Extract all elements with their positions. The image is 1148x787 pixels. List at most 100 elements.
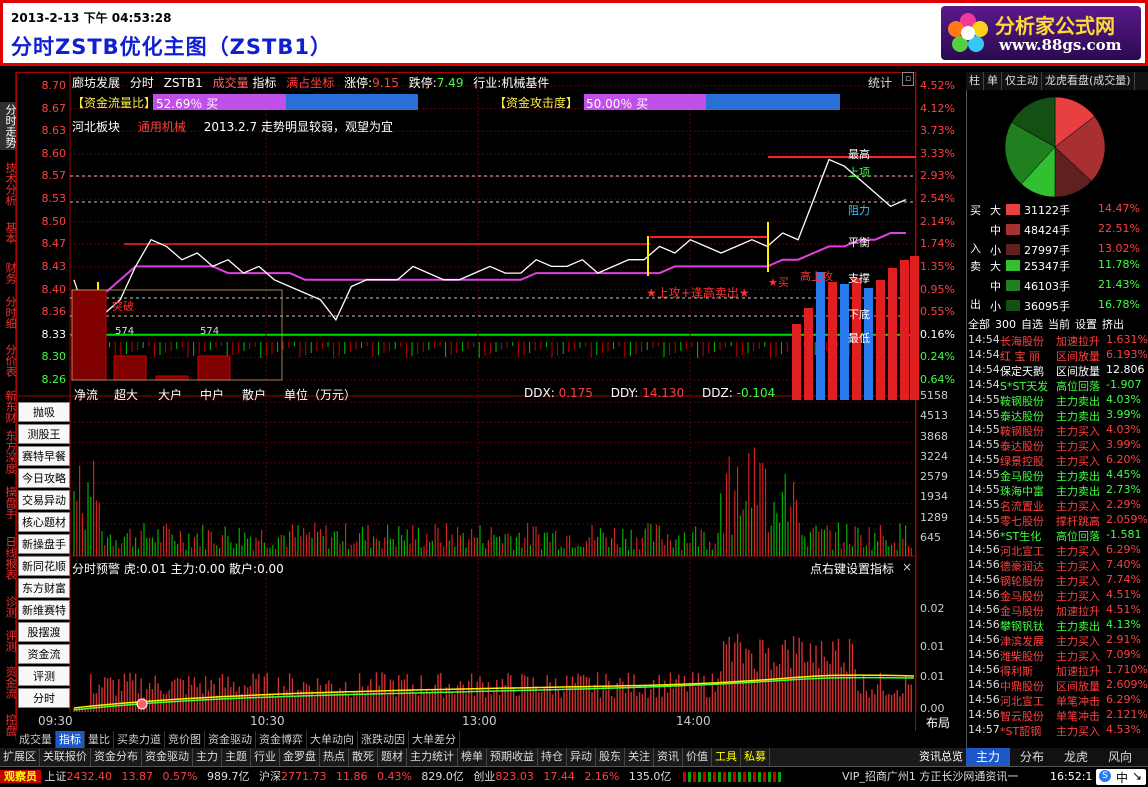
side-button-1[interactable]: 测股王 <box>18 424 70 444</box>
ticker-row[interactable]: 14:54 红 宝 丽 区间放量 6.193% <box>968 348 1148 363</box>
indicator-toggle[interactable]: 指标 <box>252 76 276 90</box>
side-button-13[interactable]: 分时MACD <box>18 688 70 725</box>
ticker-row[interactable]: 14:55 鞍钢股份 主力买入 4.03% <box>968 423 1148 438</box>
status-app-label[interactable]: 观察员 <box>0 770 41 783</box>
right-tab-3[interactable]: 龙虎看盘(成交量) <box>1042 72 1135 90</box>
right-tab-2[interactable]: 仅主动 <box>1002 72 1042 90</box>
side-button-12[interactable]: 评测 <box>18 666 70 686</box>
ext-tab-18[interactable]: 资讯 <box>654 748 683 766</box>
sector-name[interactable]: 通用机械 <box>138 120 186 134</box>
ticker-row[interactable]: 14:56 攀钢钒钛 主力卖出 4.13% <box>968 618 1148 633</box>
ticker-row[interactable]: 14:56 得利斯 加速拉升 1.710% <box>968 663 1148 678</box>
vtab-13[interactable]: 控盘 <box>0 712 17 738</box>
vtab-7[interactable]: 东方深度 <box>0 428 17 476</box>
chart-tab-5[interactable]: 资金驱动 <box>205 731 256 748</box>
ticker-row[interactable]: 14:56 河北宣工 单笔冲击 6.29% <box>968 693 1148 708</box>
vtab-8[interactable]: 操盘手 <box>0 484 17 521</box>
side-button-6[interactable]: 新操盘手 <box>18 534 70 554</box>
side-button-9[interactable]: 新维赛特 <box>18 600 70 620</box>
vtab-4[interactable]: 分时细 <box>0 294 17 331</box>
right-bottom-tab-2[interactable]: 龙虎 <box>1054 748 1098 766</box>
ext-tab-20[interactable]: 工具 <box>712 748 741 766</box>
ext-tab-4[interactable]: 主力 <box>193 748 222 766</box>
side-button-11[interactable]: 资金流 <box>18 644 70 664</box>
ext-tab-8[interactable]: 热点 <box>320 748 349 766</box>
right-bottom-tab-1[interactable]: 分布 <box>1010 748 1054 766</box>
ext-tab-3[interactable]: 资金驱动 <box>142 748 193 766</box>
ticker-row[interactable]: 14:56 *ST生化 高位回落 -1.581 <box>968 528 1148 543</box>
filter-tab-1[interactable]: 300 <box>995 318 1016 331</box>
side-button-10[interactable]: 股摆渡 <box>18 622 70 642</box>
ext-tab-12[interactable]: 榜单 <box>458 748 487 766</box>
side-button-0[interactable]: 抛吸 <box>18 402 70 422</box>
ext-tab-16[interactable]: 股东 <box>596 748 625 766</box>
right-bottom-tab-0[interactable]: 主力 <box>966 748 1010 766</box>
filter-tab-0[interactable]: 全部 <box>968 318 990 331</box>
ticker-row[interactable]: 14:56 津滨发展 主力买入 2.91% <box>968 633 1148 648</box>
ext-tab-5[interactable]: 主题 <box>222 748 251 766</box>
ticker-row[interactable]: 14:55 金马股份 主力卖出 4.45% <box>968 468 1148 483</box>
ext-tab-1[interactable]: 关联报价 <box>40 748 91 766</box>
right-tab-1[interactable]: 单 <box>984 72 1002 90</box>
ticker-row[interactable]: 14:54 S*ST天发 高位回落 -1.907 <box>968 378 1148 393</box>
ext-tab-15[interactable]: 异动 <box>567 748 596 766</box>
ticker-row[interactable]: 14:57 *ST韶钢 主力买入 4.53% <box>968 723 1148 738</box>
ime-indicator[interactable]: S 中 ↘ <box>1096 769 1146 785</box>
ticker-row[interactable]: 14:55 名流置业 主力买入 2.29% <box>968 498 1148 513</box>
ext-tab-6[interactable]: 行业 <box>251 748 280 766</box>
chart-tab-6[interactable]: 资金博弈 <box>256 731 307 748</box>
vtab-1[interactable]: 技术分析 <box>0 160 17 208</box>
vtab-10[interactable]: 诊测 <box>0 594 17 620</box>
filter-tab-5[interactable]: 挤出 <box>1102 318 1124 331</box>
filter-tab-2[interactable]: 自选 <box>1021 318 1043 331</box>
ticker-row[interactable]: 14:56 中鼎股份 区间放量 2.609% <box>968 678 1148 693</box>
filter-tab-3[interactable]: 当前 <box>1048 318 1070 331</box>
ticker-row[interactable]: 14:56 河北宣工 主力买入 6.29% <box>968 543 1148 558</box>
chart-tab-0[interactable]: 成交量 <box>16 731 56 748</box>
ticker-row[interactable]: 14:55 珠海中富 主力卖出 2.73% <box>968 483 1148 498</box>
ticker-row[interactable]: 14:55 绿景控股 主力买入 6.20% <box>968 453 1148 468</box>
chart-tab-9[interactable]: 大单差分 <box>409 731 460 748</box>
vtab-11[interactable]: 评测 <box>0 628 17 654</box>
ext-tab-9[interactable]: 散死 <box>349 748 378 766</box>
stats-button[interactable]: 统计 <box>868 74 892 91</box>
ext-tab-14[interactable]: 持仓 <box>538 748 567 766</box>
vtab-5[interactable]: 分价表 <box>0 342 17 379</box>
vtab-12[interactable]: 资金流 <box>0 664 17 701</box>
ticker-row[interactable]: 14:56 德豪润达 主力买入 7.40% <box>968 558 1148 573</box>
ext-tab-13[interactable]: 预期收益 <box>487 748 538 766</box>
chart-tab-8[interactable]: 涨跌动因 <box>358 731 409 748</box>
indicator-close-icon[interactable]: × <box>902 560 912 574</box>
side-button-7[interactable]: 新同花顺 <box>18 556 70 576</box>
ticker-row[interactable]: 14:55 零七股份 撑杆跳高 2.059% <box>968 513 1148 528</box>
layout-button[interactable]: 布局 <box>926 714 950 731</box>
ticker-row[interactable]: 14:56 金马股份 主力买入 4.51% <box>968 588 1148 603</box>
ext-tab-21[interactable]: 私募 <box>741 748 770 766</box>
expand-icon[interactable]: ▫ <box>902 72 914 86</box>
side-button-4[interactable]: 交易异动 <box>18 490 70 510</box>
right-tab-0[interactable]: 柱 <box>966 72 984 90</box>
ext-tab-11[interactable]: 主力统计 <box>407 748 458 766</box>
ticker-row[interactable]: 14:56 金马股份 加速拉升 4.51% <box>968 603 1148 618</box>
ext-tab-19[interactable]: 价值 <box>683 748 712 766</box>
vtab-0[interactable]: 分时走势 <box>0 102 17 150</box>
filter-tab-4[interactable]: 设置 <box>1075 318 1097 331</box>
side-button-8[interactable]: 东方财富 <box>18 578 70 598</box>
coord-toggle[interactable]: 满占坐标 <box>286 76 334 90</box>
mode-label[interactable]: 分时 <box>130 76 154 90</box>
ticker-row[interactable]: 14:54 长海股份 加速拉升 1.631% <box>968 333 1148 348</box>
vtab-2[interactable]: 基本 <box>0 220 17 246</box>
vtab-6[interactable]: 新东财 <box>0 388 17 425</box>
ticker-row[interactable]: 14:54 保定天鹅 区间放量 12.806 <box>968 363 1148 378</box>
vtab-3[interactable]: 财务 <box>0 260 17 286</box>
ticker-row[interactable]: 14:56 智云股份 单笔冲击 2.121% <box>968 708 1148 723</box>
side-button-2[interactable]: 赛特早餐 <box>18 446 70 466</box>
ticker-row[interactable]: 14:55 泰达股份 主力卖出 3.99% <box>968 408 1148 423</box>
chart-tab-2[interactable]: 量比 <box>85 731 114 748</box>
side-button-5[interactable]: 核心题材 <box>18 512 70 532</box>
ticker-row[interactable]: 14:55 鞍钢股份 主力卖出 4.03% <box>968 393 1148 408</box>
chart-tab-7[interactable]: 大单动向 <box>307 731 358 748</box>
right-bottom-tab-3[interactable]: 风向 <box>1098 748 1142 766</box>
chart-tab-4[interactable]: 竞价图 <box>165 731 205 748</box>
ext-tab-7[interactable]: 金罗盘 <box>280 748 320 766</box>
